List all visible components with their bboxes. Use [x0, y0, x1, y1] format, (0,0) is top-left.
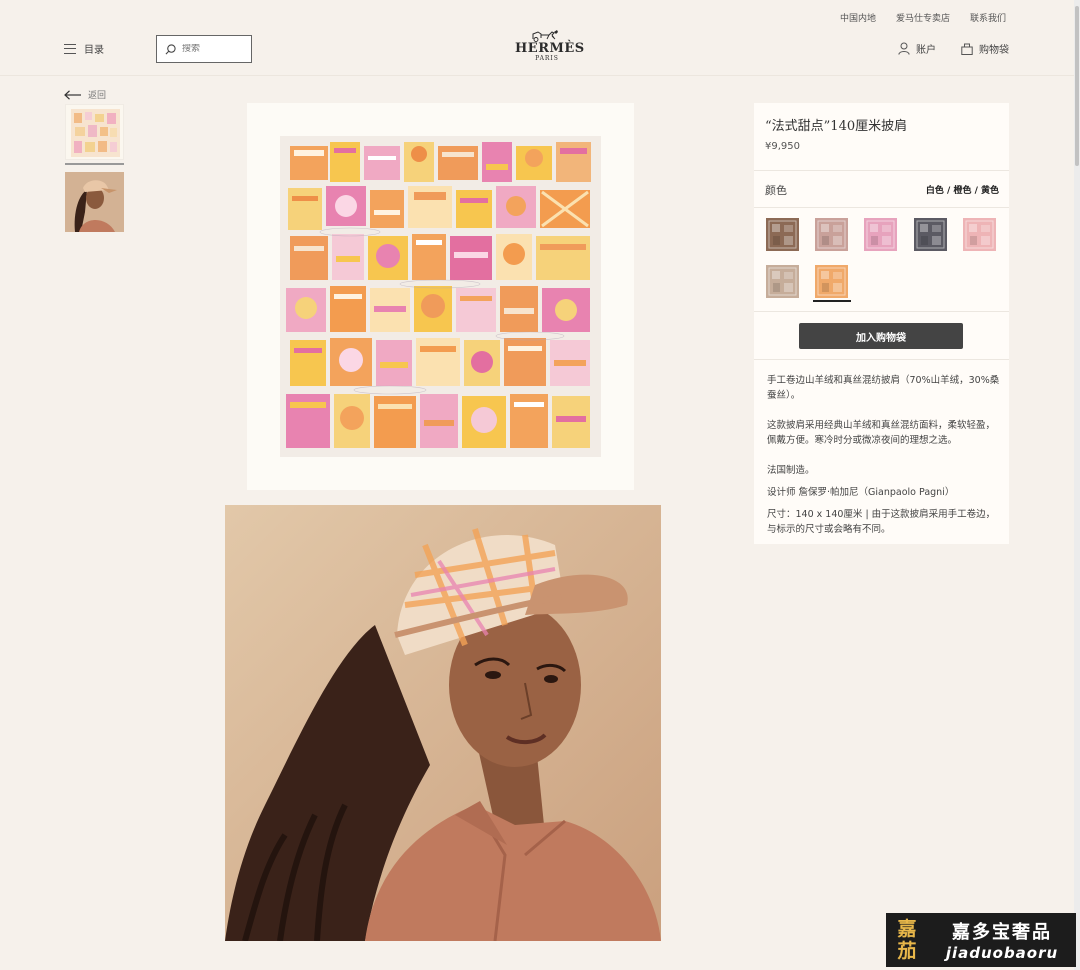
- thumbnail-selected-indicator: [65, 163, 124, 165]
- scarf-image: [280, 136, 601, 457]
- thumbnail-scarf[interactable]: [65, 104, 124, 160]
- menu-label: 目录: [84, 45, 104, 56]
- shopping-bag-icon: [961, 43, 973, 55]
- logo-city: PARIS: [535, 55, 559, 62]
- hamburger-icon: [64, 43, 76, 54]
- selected-swatch-indicator: [813, 300, 851, 302]
- divider: [754, 311, 1009, 312]
- cart-button[interactable]: 购物袋: [961, 41, 1009, 56]
- divider: [754, 170, 1009, 171]
- region-link[interactable]: 中国内地: [840, 11, 876, 24]
- divider: [754, 207, 1009, 208]
- page-scrollbar[interactable]: [1074, 0, 1080, 970]
- color-swatch-selected[interactable]: [815, 265, 848, 298]
- color-swatch[interactable]: [914, 218, 947, 251]
- product-price: ¥9,950: [765, 141, 800, 152]
- watermark-seal-bottom: 茄: [897, 940, 917, 962]
- hermes-logo[interactable]: HERMÈS PARIS: [515, 28, 585, 62]
- scarf-thumbnail-image: [71, 109, 120, 157]
- product-image-model[interactable]: [225, 505, 661, 941]
- color-swatch[interactable]: [963, 218, 996, 251]
- color-swatch[interactable]: [766, 218, 799, 251]
- description-designer: 设计师 詹保罗·帕加尼（Gianpaolo Pagni）: [767, 487, 955, 498]
- color-swatch[interactable]: [815, 218, 848, 251]
- watermark: 嘉 茄 嘉多宝奢品 jiaduobaoru: [886, 913, 1076, 967]
- search-input[interactable]: [182, 44, 242, 54]
- description-detail: 这款披肩采用经典山羊绒和真丝混纺面料，柔软轻盈，佩戴方便。寒冷时分或微凉夜间的理…: [767, 420, 996, 446]
- user-icon: [898, 42, 910, 55]
- model-image: [225, 505, 661, 941]
- account-button[interactable]: 账户: [898, 41, 936, 56]
- scrollbar-thumb[interactable]: [1075, 6, 1079, 166]
- back-link[interactable]: 返回: [64, 88, 106, 101]
- watermark-seal: 嘉 茄: [886, 913, 928, 967]
- description-origin: 法国制造。: [767, 465, 815, 476]
- menu-button[interactable]: 目录: [64, 41, 104, 56]
- search-box[interactable]: [156, 35, 252, 63]
- color-swatch[interactable]: [864, 218, 897, 251]
- account-label: 账户: [916, 45, 936, 56]
- model-thumbnail-image: [65, 172, 124, 232]
- divider: [754, 359, 1009, 360]
- search-icon: [165, 43, 176, 54]
- color-swatch[interactable]: [766, 265, 799, 298]
- cart-label: 购物袋: [979, 45, 1009, 56]
- site-header: 中国内地 爱马仕专卖店 联系我们 目录 HERMÈS PARIS: [0, 0, 1074, 76]
- back-label: 返回: [88, 91, 107, 101]
- watermark-text: 嘉多宝奢品 jiaduobaoru: [928, 918, 1076, 962]
- watermark-name-cn: 嘉多宝奢品: [952, 922, 1052, 943]
- description-size: 尺寸：140 x 140厘米 | 由于这款披肩采用手工卷边，与标示的尺寸或会略有…: [767, 509, 996, 535]
- top-links: 中国内地 爱马仕专卖店 联系我们: [840, 11, 1006, 24]
- page: 中国内地 爱马仕专卖店 联系我们 目录 HERMÈS PARIS: [0, 0, 1080, 970]
- arrow-left-icon: [64, 89, 81, 100]
- product-image-scarf[interactable]: [247, 103, 634, 490]
- horse-carriage-icon: [532, 30, 558, 42]
- thumbnail-model[interactable]: [65, 172, 124, 232]
- color-label: 颜色: [765, 184, 787, 197]
- watermark-seal-top: 嘉: [897, 918, 917, 940]
- add-to-cart-button[interactable]: 加入购物袋: [799, 323, 963, 349]
- store-locator-link[interactable]: 爱马仕专卖店: [896, 11, 950, 24]
- description-material: 手工卷边山羊绒和真丝混纺披肩（70%山羊绒，30%桑蚕丝）。: [767, 375, 1000, 401]
- logo-brand: HERMÈS: [515, 41, 585, 56]
- color-value: 白色 / 橙色 / 黄色: [925, 186, 999, 196]
- contact-link[interactable]: 联系我们: [970, 11, 1006, 24]
- watermark-name-en: jiaduobaoru: [945, 944, 1059, 962]
- product-title: “法式甜点”140厘米披肩: [765, 119, 908, 134]
- product-info-panel: “法式甜点”140厘米披肩 ¥9,950 颜色 白色 / 橙色 / 黄色 加入购…: [754, 103, 1009, 544]
